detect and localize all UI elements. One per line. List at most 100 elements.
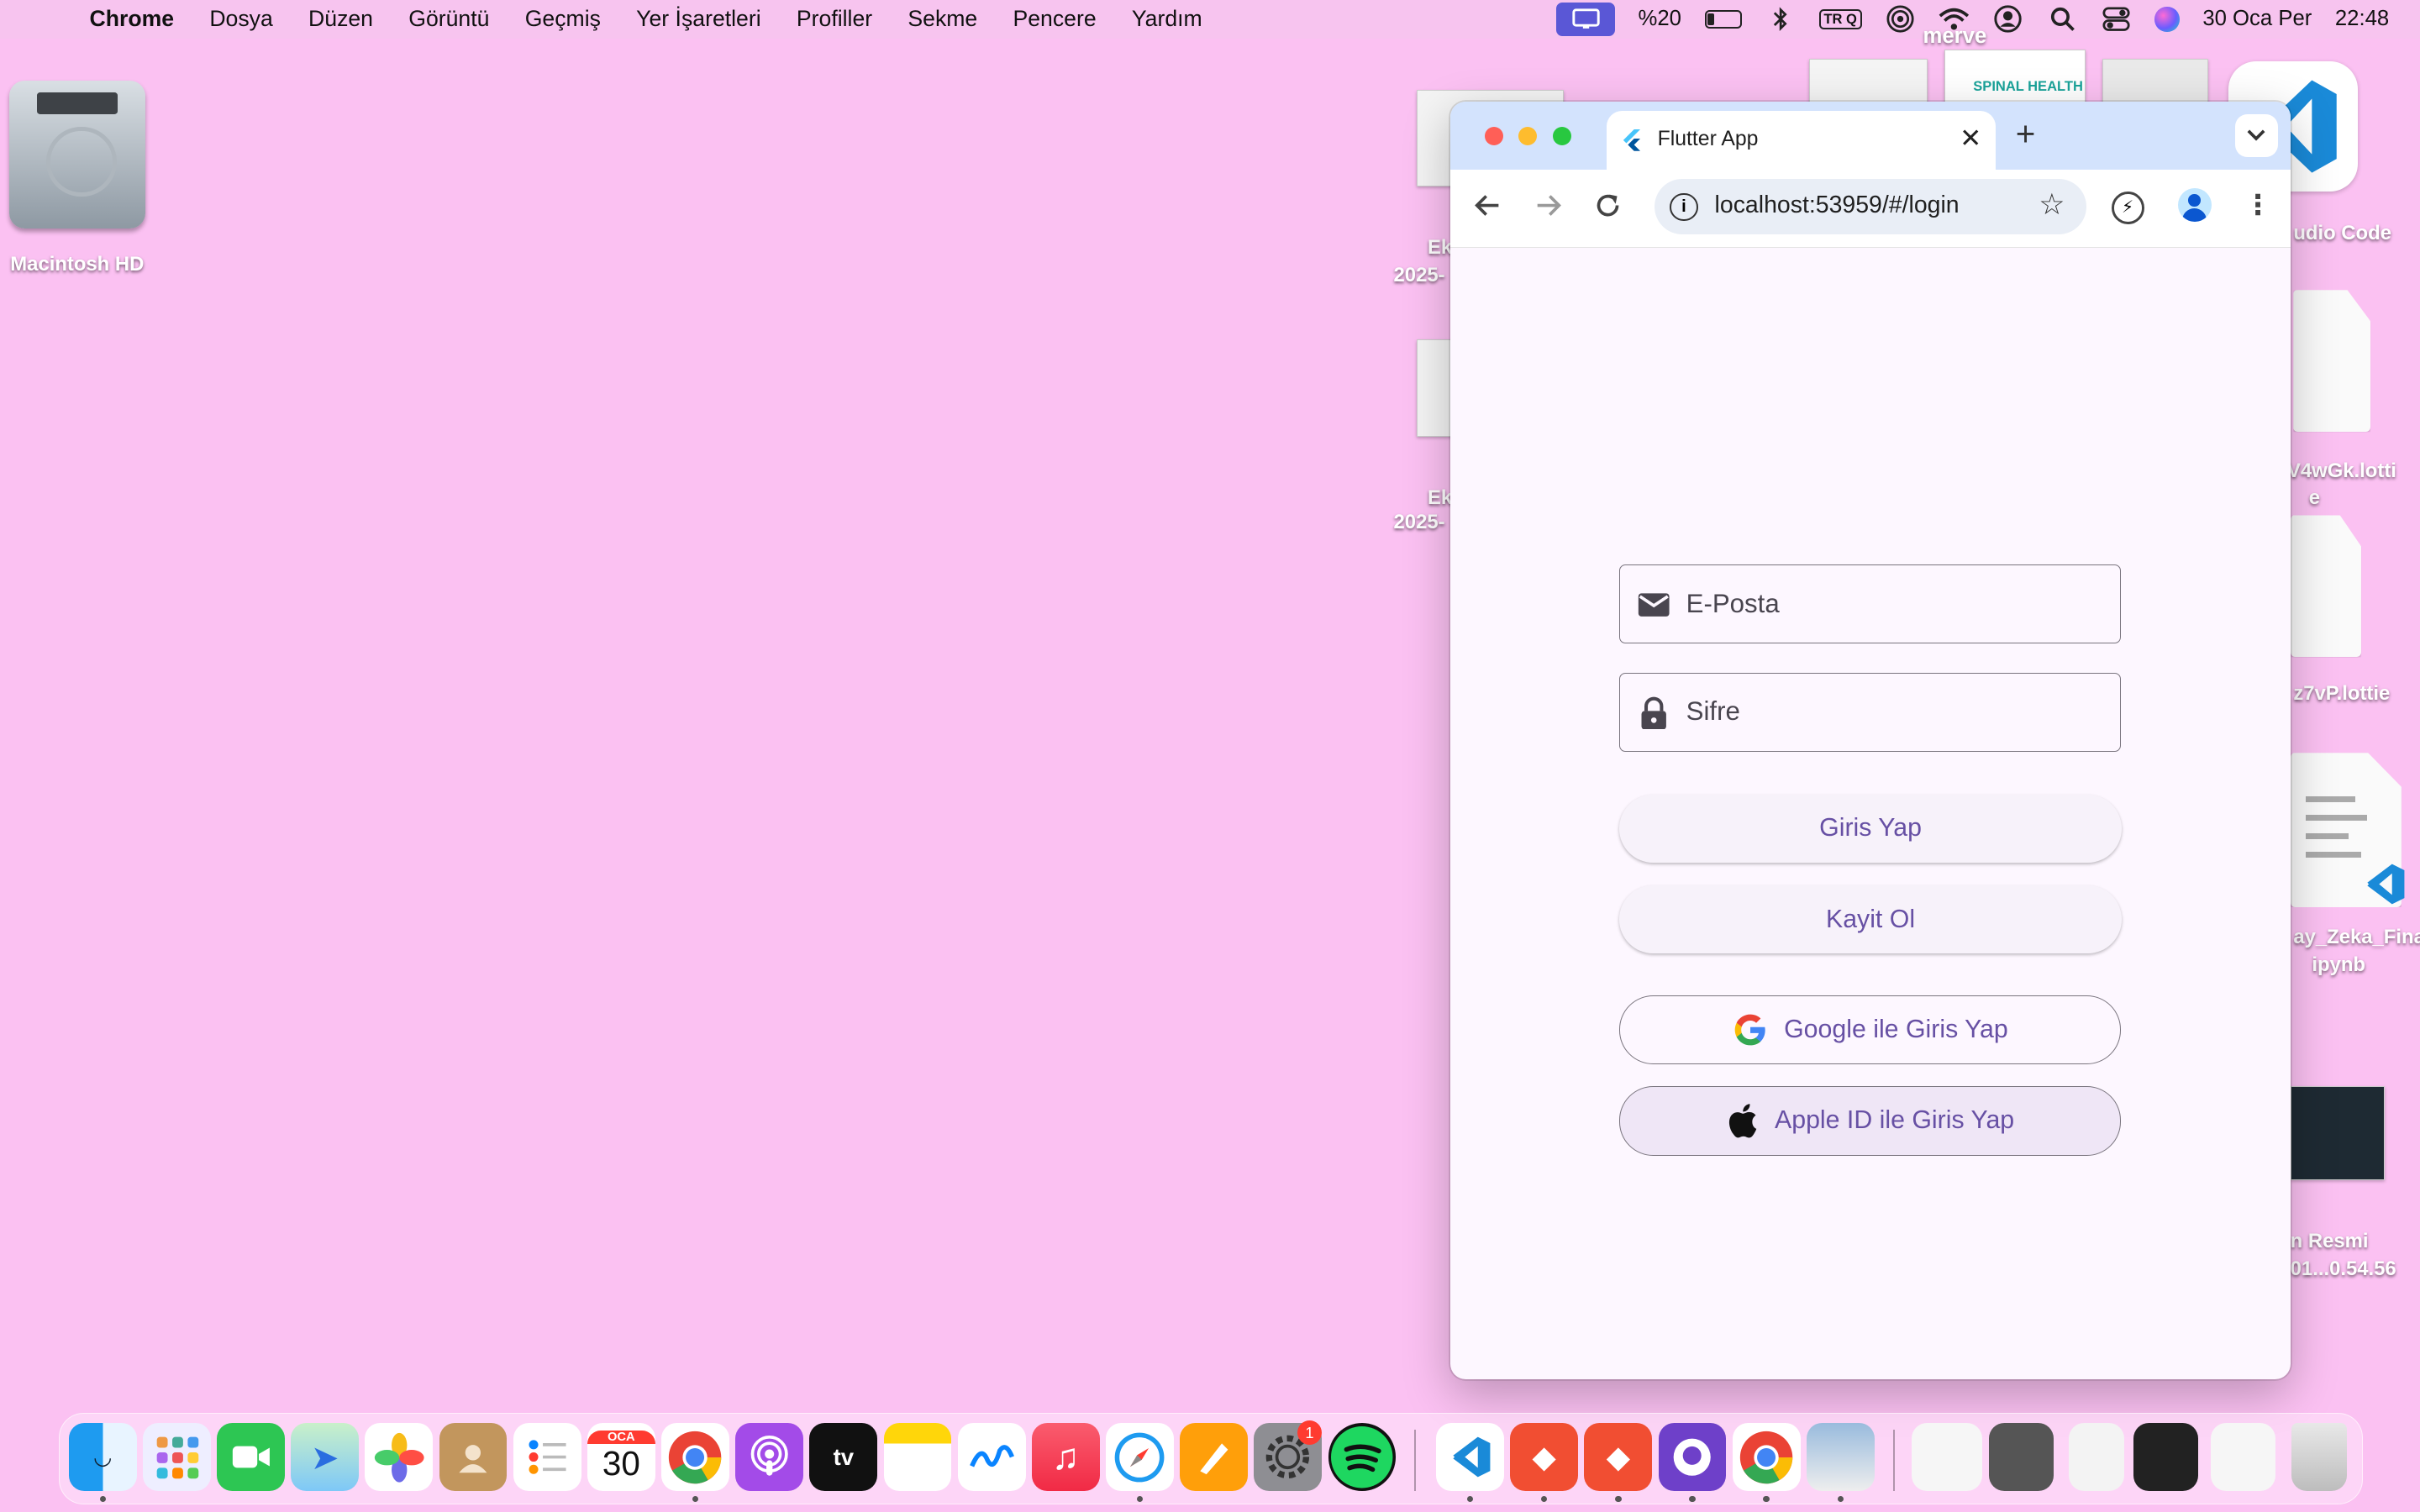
register-button[interactable]: Kayit Ol <box>1618 885 2123 954</box>
screen-sharing-icon[interactable] <box>1556 2 1615 37</box>
apple-logo-icon <box>1729 1104 1757 1138</box>
safari-icon[interactable] <box>1106 1423 1174 1492</box>
desktop-file-label: z7vP.lottie <box>2293 681 2391 705</box>
apple-sign-in-button[interactable]: Apple ID ile Giris Yap <box>1618 1086 2121 1156</box>
podcasts-icon[interactable] <box>735 1423 804 1492</box>
address-bar[interactable]: i localhost:53959/#/login ☆ <box>1654 179 2087 235</box>
menu-window[interactable]: Pencere <box>1013 6 1096 32</box>
desktop-file-label: V4wGk.lotti <box>2286 459 2396 483</box>
minimized-window-thumbnail[interactable] <box>2069 1423 2125 1492</box>
spotify-icon[interactable] <box>1328 1423 1397 1492</box>
flutter-favicon-icon <box>1623 129 1641 151</box>
music-icon[interactable]: ♫ <box>1031 1423 1100 1492</box>
user-account-icon[interactable] <box>1993 5 2024 34</box>
tab-search-button[interactable] <box>2234 113 2278 158</box>
siri-icon[interactable] <box>2154 7 2180 32</box>
menu-date[interactable]: 30 Oca Per <box>2202 7 2312 31</box>
preview-icon[interactable] <box>1806 1423 1875 1492</box>
back-arrow-icon[interactable] <box>1474 192 1502 219</box>
desktop-file-label: 2025- <box>1393 510 1445 533</box>
pages-icon[interactable] <box>1180 1423 1249 1492</box>
menu-bookmarks[interactable]: Yer İşaretleri <box>636 6 760 32</box>
facetime-icon[interactable] <box>217 1423 285 1492</box>
chevron-down-icon <box>2247 129 2265 141</box>
google-button-label: Google ile Giris Yap <box>1784 1016 2008 1044</box>
chrome-dock-icon[interactable] <box>661 1423 729 1492</box>
screenshot-thumbnail[interactable] <box>2290 1086 2385 1181</box>
chrome-alt-dock-icon[interactable] <box>1732 1423 1801 1492</box>
google-sign-in-button[interactable]: Google ile Giris Yap <box>1618 995 2121 1065</box>
site-info-icon[interactable]: i <box>1670 192 1698 221</box>
finder-icon[interactable]: ◡ <box>68 1423 137 1492</box>
git-client-alt-icon[interactable]: ◆ <box>1584 1423 1653 1492</box>
performance-icon[interactable]: ⚡ <box>2111 191 2144 224</box>
password-field[interactable]: Sifre <box>1618 672 2121 752</box>
notes-icon[interactable] <box>883 1423 952 1492</box>
battery-icon[interactable] <box>1704 9 1742 29</box>
freeform-icon[interactable] <box>957 1423 1026 1492</box>
forward-arrow-icon[interactable] <box>1534 192 1562 219</box>
image-thumbnail[interactable]: SPINAL HEALTH <box>1944 49 2086 107</box>
menu-time[interactable]: 22:48 <box>2335 7 2389 31</box>
spotlight-search-icon[interactable] <box>2047 7 2078 32</box>
new-tab-button[interactable]: + <box>2016 114 2036 154</box>
launchpad-icon[interactable] <box>142 1423 211 1492</box>
battery-percent: %20 <box>1638 7 1681 31</box>
profile-avatar-icon[interactable] <box>2177 188 2212 223</box>
apple-tv-icon[interactable]: tv <box>809 1423 878 1492</box>
menu-profiles[interactable]: Profiller <box>797 6 872 32</box>
menu-tab[interactable]: Sekme <box>908 6 977 32</box>
minimized-window-thumbnail[interactable] <box>2211 1423 2276 1492</box>
login-button[interactable]: Giris Yap <box>1618 794 2123 863</box>
github-desktop-icon[interactable] <box>1658 1423 1727 1492</box>
lottie-file-icon[interactable] <box>2293 290 2371 433</box>
minimized-window-thumbnail[interactable] <box>1988 1423 2054 1492</box>
minimized-window-thumbnail[interactable] <box>2133 1423 2199 1492</box>
photos-icon[interactable] <box>365 1423 434 1492</box>
vscode-dock-icon[interactable] <box>1436 1423 1504 1492</box>
desktop-file-label: ipynb <box>2312 953 2365 977</box>
url-text[interactable]: localhost:53959/#/login <box>1715 192 1960 219</box>
reminders-icon[interactable] <box>513 1423 581 1492</box>
email-field[interactable]: E-Posta <box>1618 564 2121 644</box>
calendar-icon[interactable]: OCA 30 <box>587 1423 655 1492</box>
dock: ◡ ➤ OCA 30 tv ♫ 1 ◆ ◆ <box>58 1413 2364 1504</box>
desktop-file-label: n Resmi <box>2290 1229 2369 1252</box>
reload-icon[interactable] <box>1594 192 1622 219</box>
close-window-button[interactable] <box>1484 126 1503 145</box>
desktop-icon-label: Macintosh HD <box>10 253 145 276</box>
contacts-icon[interactable] <box>439 1423 508 1492</box>
bookmark-star-icon[interactable]: ☆ <box>2039 188 2065 222</box>
zoom-window-button[interactable] <box>1552 126 1571 145</box>
lottie-file-icon[interactable] <box>2290 515 2362 658</box>
desktop-file-label: Ek <box>1427 486 1453 509</box>
maps-icon[interactable]: ➤ <box>291 1423 360 1492</box>
trash-icon[interactable] <box>2291 1423 2347 1492</box>
password-placeholder: Sifre <box>1686 696 1740 727</box>
tab-close-button[interactable]: ✕ <box>1960 123 1981 154</box>
chrome-window: Flutter App ✕ + i localhost:53959/#/logi… <box>1450 102 2291 1379</box>
menu-help[interactable]: Yardım <box>1132 6 1202 32</box>
menu-bar: Chrome Dosya Düzen Görüntü Geçmiş Yer İş… <box>0 0 2420 39</box>
menu-file[interactable]: Dosya <box>209 6 272 32</box>
desktop-file-label: 2025- <box>1393 264 1445 287</box>
settings-badge: 1 <box>1297 1420 1323 1446</box>
menu-view[interactable]: Görüntü <box>408 6 489 32</box>
lock-icon <box>1641 696 1666 729</box>
minimized-window-thumbnail[interactable] <box>1911 1423 1983 1492</box>
minimize-window-button[interactable] <box>1518 126 1538 145</box>
calendar-month: OCA <box>587 1431 655 1445</box>
git-client-icon[interactable]: ◆ <box>1510 1423 1579 1492</box>
image-thumbnail[interactable] <box>2102 58 2209 107</box>
keyboard-layout-indicator[interactable]: TR Q <box>1818 8 1862 29</box>
menu-edit[interactable]: Düzen <box>308 6 373 32</box>
bluetooth-icon[interactable] <box>1765 7 1796 32</box>
menu-app-name[interactable]: Chrome <box>89 6 174 32</box>
desktop-icon-macintosh-hd[interactable]: Macintosh HD <box>3 80 151 277</box>
airdrop-icon[interactable] <box>1885 5 1916 34</box>
menu-history[interactable]: Geçmiş <box>525 6 601 32</box>
document-thumbnail[interactable] <box>1808 58 1928 107</box>
tab-flutter-app[interactable]: Flutter App ✕ <box>1606 111 1996 171</box>
control-center-icon[interactable] <box>2101 7 2132 32</box>
more-menu-icon[interactable]: ⋮ <box>2244 188 2272 222</box>
